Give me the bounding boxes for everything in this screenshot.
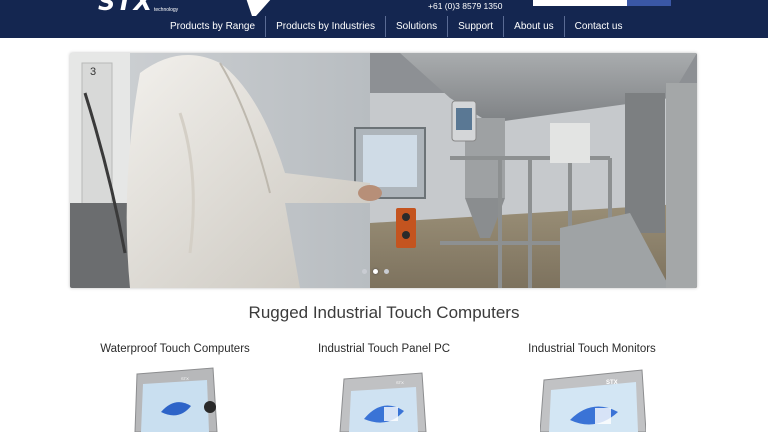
product-image-monitor[interactable]: STX [539,368,647,437]
slider-dot[interactable] [362,269,367,274]
product-badge: STX [606,380,618,386]
nav-products-by-range[interactable]: Products by Range [160,16,265,37]
search-input[interactable] [533,0,627,6]
nav-contact-us[interactable]: Contact us [563,16,633,37]
product-image-waterproof[interactable]: STX [131,366,221,437]
hero-image: 3 [70,53,697,288]
phone-number[interactable]: +61 (0)3 8579 1350 [428,1,502,11]
product-badge: STX [396,380,404,385]
category-industrial-touch-monitors[interactable]: Industrial Touch Monitors [472,343,712,355]
logo-subtext: technology [154,7,179,13]
logo-text: STX [98,0,154,16]
site-header: STX technology +61 (0)3 8579 1350 Produc… [0,0,768,38]
page-heading: Rugged Industrial Touch Computers [248,303,520,322]
main-nav: Products by Range Products by Industries… [160,16,632,37]
category-industrial-touch-panel-pc[interactable]: Industrial Touch Panel PC [264,343,504,355]
nav-solutions[interactable]: Solutions [385,16,447,37]
product-badge: STX [181,376,189,381]
hero-sign-number: 3 [90,66,96,78]
nav-support[interactable]: Support [447,16,503,37]
search-button[interactable] [627,0,671,6]
connector-icon [204,401,216,413]
slider-dots [362,269,389,274]
slider-dot-active[interactable] [373,269,378,274]
hero-slider[interactable]: 3 [70,53,697,288]
category-waterproof-touch-computers[interactable]: Waterproof Touch Computers [55,343,295,355]
nav-about-us[interactable]: About us [503,16,563,37]
slider-dot[interactable] [384,269,389,274]
logo-swoosh-icon [246,0,271,16]
product-image-panel-pc[interactable]: STX [338,369,430,437]
nav-products-by-industries[interactable]: Products by Industries [265,16,385,37]
